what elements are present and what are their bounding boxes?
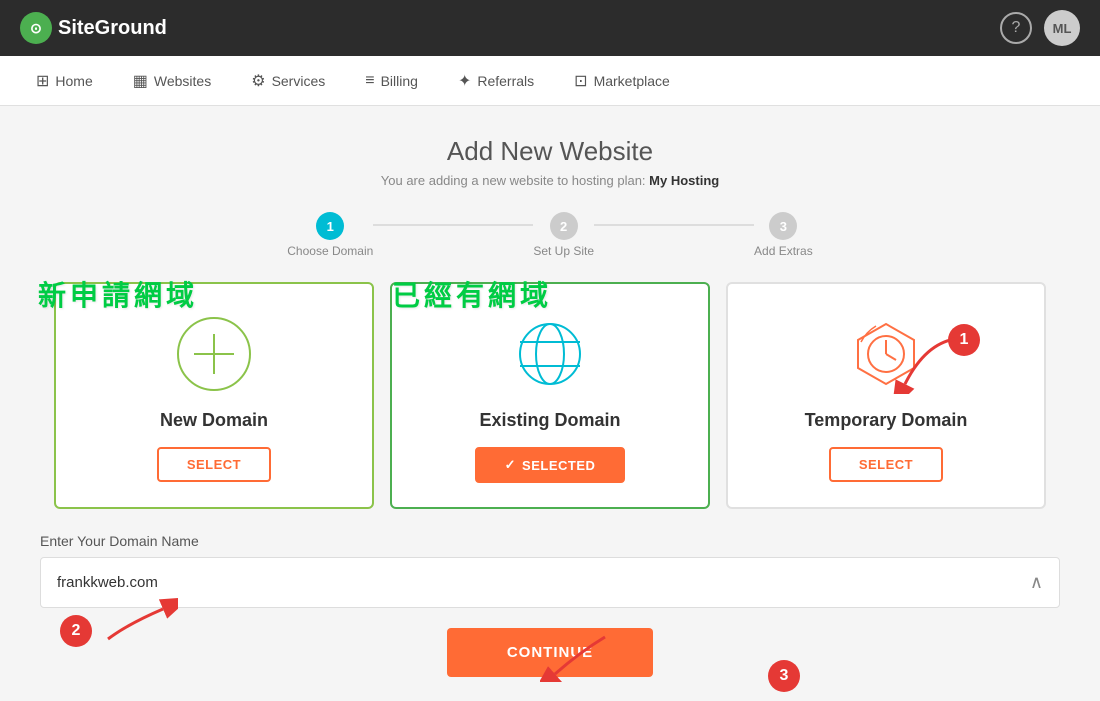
cards-wrapper: 新申請網域 已經有網域 1 — [20, 282, 1080, 509]
step-3-label: Add Extras — [754, 244, 813, 258]
arrow-annotation-1 — [885, 334, 965, 399]
domain-input-section: 2 3 — [40, 533, 1060, 677]
step-2: 2 Set Up Site — [533, 212, 594, 258]
annotation-circle-3: 3 — [768, 660, 800, 692]
nav-home-label: Home — [55, 73, 92, 89]
arrow-annotation-2 — [98, 594, 178, 649]
domain-input-label: Enter Your Domain Name — [40, 533, 1060, 549]
temporary-domain-select-button[interactable]: SELECT — [829, 447, 943, 482]
nav-marketplace[interactable]: ⊡ Marketplace — [558, 63, 686, 99]
header-right: ? ML — [1000, 10, 1080, 46]
step-2-circle: 2 — [550, 212, 578, 240]
logo: ⊙ SiteGround — [20, 12, 167, 44]
nav-home[interactable]: ⊞ Home — [20, 63, 109, 99]
annotation-existing-domain-text: 已經有網域 — [392, 274, 552, 314]
nav-websites-label: Websites — [154, 73, 211, 89]
step-2-label: Set Up Site — [533, 244, 594, 258]
step-3-circle: 3 — [769, 212, 797, 240]
step-1: 1 Choose Domain — [287, 212, 373, 258]
annotation-circle-2: 2 — [60, 615, 92, 647]
checkmark-icon: ✓ — [505, 457, 516, 473]
step-3: 3 Add Extras — [754, 212, 813, 258]
domain-input[interactable] — [57, 574, 1030, 591]
step-connector-2 — [594, 224, 754, 226]
existing-domain-icon — [510, 314, 590, 394]
websites-icon: ▦ — [133, 71, 148, 91]
nav-services-label: Services — [272, 73, 326, 89]
step-1-circle: 1 — [316, 212, 344, 240]
billing-icon: ≡ — [365, 72, 374, 90]
nav-services[interactable]: ⚙ Services — [235, 63, 341, 99]
main-content: Add New Website You are adding a new web… — [0, 106, 1100, 697]
new-domain-title: New Domain — [160, 410, 268, 431]
steps-indicator: 1 Choose Domain 2 Set Up Site 3 Add Extr… — [20, 212, 1080, 258]
new-domain-card: New Domain SELECT — [54, 282, 374, 509]
page-title: Add New Website — [20, 136, 1080, 167]
page-subtitle: You are adding a new website to hosting … — [20, 173, 1080, 188]
nav-referrals[interactable]: ✦ Referrals — [442, 63, 550, 99]
help-button[interactable]: ? — [1000, 12, 1032, 44]
logo-icon: ⊙ — [20, 12, 52, 44]
nav-websites[interactable]: ▦ Websites — [117, 63, 227, 99]
existing-domain-card: Existing Domain ✓ SELECTED — [390, 282, 710, 509]
nav-billing[interactable]: ≡ Billing — [349, 64, 434, 98]
arrow-annotation-3 — [540, 632, 620, 687]
nav-billing-label: Billing — [381, 73, 418, 89]
existing-domain-select-button[interactable]: ✓ SELECTED — [475, 447, 626, 483]
existing-domain-title: Existing Domain — [479, 410, 620, 431]
marketplace-icon: ⊡ — [574, 71, 587, 91]
nav-marketplace-label: Marketplace — [594, 73, 670, 89]
new-domain-select-button[interactable]: SELECT — [157, 447, 271, 482]
step-connector-1 — [373, 224, 533, 226]
services-icon: ⚙ — [251, 71, 265, 91]
hosting-plan-name: My Hosting — [649, 173, 719, 188]
step-1-label: Choose Domain — [287, 244, 373, 258]
annotation-new-domain-text: 新申請網域 — [38, 274, 198, 314]
domain-input-wrapper: ∧ — [40, 557, 1060, 608]
navigation: ⊞ Home ▦ Websites ⚙ Services ≡ Billing ✦… — [0, 56, 1100, 106]
logo-text: SiteGround — [58, 17, 167, 40]
home-icon: ⊞ — [36, 71, 49, 91]
temporary-domain-title: Temporary Domain — [805, 410, 968, 431]
avatar[interactable]: ML — [1044, 10, 1080, 46]
header: ⊙ SiteGround ? ML — [0, 0, 1100, 56]
referrals-icon: ✦ — [458, 71, 471, 91]
new-domain-icon — [174, 314, 254, 394]
nav-referrals-label: Referrals — [477, 73, 534, 89]
chevron-down-icon: ∧ — [1030, 572, 1043, 593]
